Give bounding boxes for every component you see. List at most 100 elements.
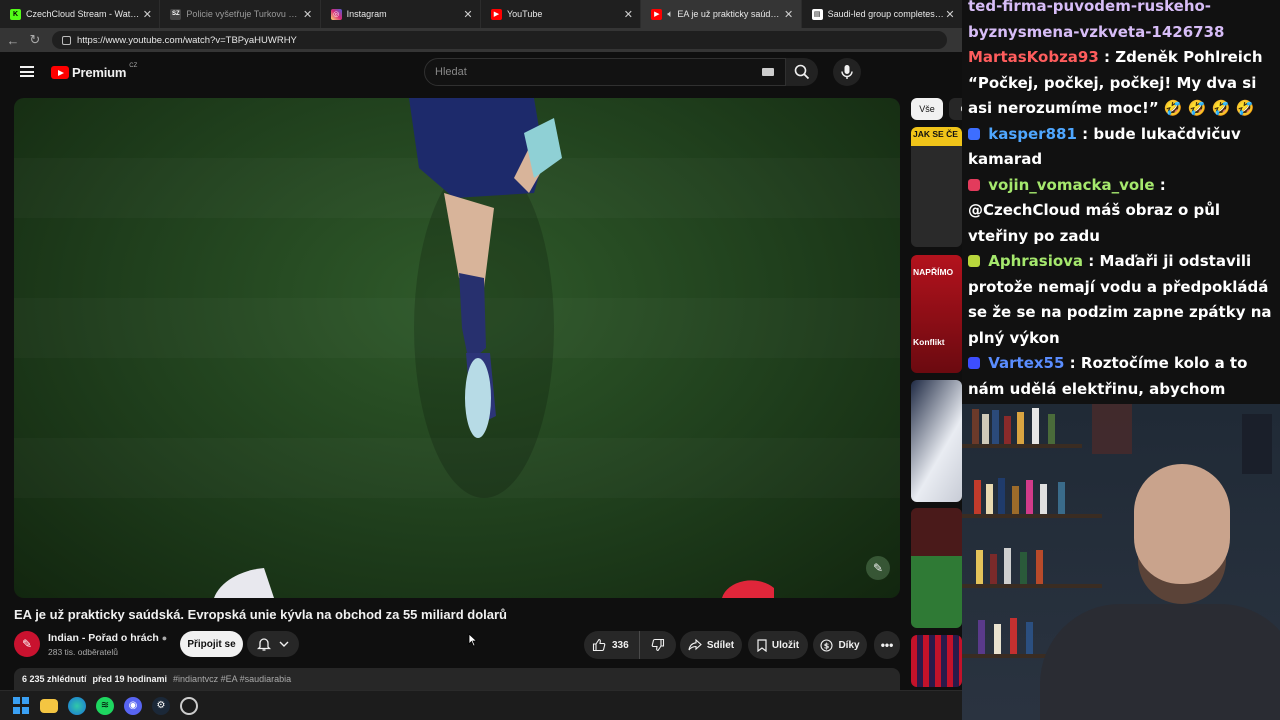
channel-name-text: Indian - Pořad o hrách [48, 632, 159, 644]
tab-title: EA je už prakticky saúdská. Ev [677, 9, 782, 19]
close-icon[interactable]: ✕ [944, 8, 956, 21]
youtube-premium-logo[interactable]: Premium CZ [51, 62, 138, 80]
windows-taskbar: ≋ ◉ ⚙ [0, 690, 962, 720]
footballer-legs [214, 98, 774, 598]
share-button[interactable]: Sdílet [680, 631, 742, 659]
youtube-icon: ▶ [651, 8, 663, 20]
search-icon [794, 64, 810, 80]
tab-policie-news[interactable]: SZ Policie vyšetřuje Turkovu nehodu ✕ [160, 0, 321, 28]
upload-age: před 19 hodinami [92, 674, 168, 684]
share-icon [688, 639, 702, 651]
book [986, 484, 993, 514]
thanks-button[interactable]: $ Díky [813, 631, 867, 659]
close-icon[interactable]: ✕ [302, 8, 314, 21]
thumbs-down-icon [651, 638, 664, 652]
keyboard-icon[interactable] [762, 68, 774, 76]
steam-icon[interactable]: ⚙ [152, 696, 170, 715]
save-button[interactable]: Uložit [748, 631, 808, 659]
chevron-down-icon [279, 641, 289, 647]
channel-name[interactable]: Indian - Pořad o hrách ● [48, 632, 167, 644]
chip-next[interactable]: O [949, 98, 962, 120]
url-text: https://www.youtube.com/watch?v=TBPyaHUW… [77, 34, 297, 46]
close-icon[interactable]: ✕ [622, 8, 634, 21]
channel-watermark-icon[interactable]: ✎ [866, 556, 890, 580]
youtube-header: Premium CZ Hledat [0, 52, 962, 94]
related-video-thumbnail[interactable]: NAPŘÍMO Konflikt [911, 255, 962, 373]
kick-icon: K [10, 8, 21, 20]
menu-icon[interactable] [20, 66, 34, 77]
tab-title: Policie vyšetřuje Turkovu nehodu [186, 9, 301, 19]
tab-instagram[interactable]: ◎ Instagram ✕ [321, 0, 481, 28]
search-input[interactable]: Hledat [424, 58, 786, 86]
search-button[interactable] [786, 58, 818, 86]
instagram-icon: ◎ [330, 8, 342, 20]
related-video-thumbnail[interactable]: JAK SE ČE [911, 127, 962, 247]
like-dislike-group: 336 [584, 631, 676, 659]
file-explorer-icon[interactable] [40, 698, 58, 713]
spotify-icon[interactable]: ≋ [96, 696, 114, 715]
chat-separator: : [1069, 354, 1081, 372]
video-title: EA je už prakticky saúdská. Evropská uni… [14, 607, 507, 622]
more-actions-button[interactable]: ••• [874, 631, 900, 659]
tab-title: Saudi-led group completes $55bn [827, 9, 944, 19]
chat-separator: : [1088, 252, 1100, 270]
dislike-button[interactable] [640, 638, 676, 652]
news-icon: ▤ [811, 8, 823, 20]
thumbs-up-icon [592, 638, 606, 652]
gift-badge-icon [968, 178, 980, 191]
hashtags[interactable]: #indiantvcz #EA #saudiarabia [173, 674, 291, 684]
close-icon[interactable]: ✕ [141, 8, 153, 21]
join-button[interactable]: Připojit se [180, 631, 243, 657]
book [1092, 404, 1132, 454]
book [1012, 486, 1019, 514]
browser-tab-bar: K CzechCloud Stream - Watch Live o ✕ SZ … [0, 0, 962, 28]
video-player[interactable]: ✎ [14, 98, 900, 598]
chat-separator: : [1159, 175, 1166, 194]
voice-search-button[interactable] [833, 58, 861, 86]
app-icon[interactable] [180, 696, 198, 715]
mouse-cursor-icon [468, 633, 478, 647]
notifications-button[interactable] [247, 631, 299, 657]
windows-start-icon[interactable] [12, 697, 30, 715]
sub-badge-icon [968, 127, 980, 140]
close-icon[interactable]: ✕ [462, 8, 474, 21]
thumbnail-caption: JAK SE ČE [913, 129, 958, 139]
description-box[interactable]: 6 235 zhlédnutí před 19 hodinami #indian… [14, 668, 900, 690]
tab-ea-video-active[interactable]: ▶ 🔈︎ EA je už prakticky saúdská. Ev ✕ [641, 0, 802, 28]
related-video-thumbnail[interactable] [911, 508, 962, 628]
tab-saudi-news[interactable]: ▤ Saudi-led group completes $55bn ✕ [802, 0, 962, 28]
screen: K CzechCloud Stream - Watch Live o ✕ SZ … [0, 0, 1280, 720]
thumbnail-caption: Konflikt [913, 337, 945, 347]
view-count: 6 235 zhlédnutí [22, 674, 87, 684]
chat-message: vojin_vomacka_vole : @CzechCloud máš obr… [968, 173, 1280, 250]
channel-avatar[interactable]: ✎ [14, 631, 40, 657]
book [1026, 480, 1033, 514]
chat-username: Aphrasiova [988, 252, 1084, 270]
microphone-icon [841, 65, 853, 79]
close-icon[interactable]: ✕ [783, 8, 795, 21]
book [1026, 622, 1033, 654]
speaker-icon[interactable]: 🔈︎ [667, 9, 673, 20]
bookshelf [962, 444, 1082, 448]
book [1004, 548, 1011, 584]
chat-message: MartasKobza93 : Zdeněk Pohlreich “Počkej… [968, 45, 1280, 122]
related-video-thumbnail[interactable] [911, 380, 962, 502]
chat-message: kasper881 : bude lukačdvičuv kamarad [968, 122, 1280, 173]
book [992, 410, 999, 444]
tab-youtube[interactable]: ▶ YouTube ✕ [481, 0, 642, 28]
url-field[interactable]: https://www.youtube.com/watch?v=TBPyaHUW… [52, 31, 947, 49]
bell-icon [257, 638, 271, 651]
tab-czechcloud-stream[interactable]: K CzechCloud Stream - Watch Live o ✕ [0, 0, 161, 28]
chip-all[interactable]: Vše [911, 98, 943, 120]
reload-icon[interactable]: ↻ [24, 32, 46, 48]
related-filter-chips: Vše O [911, 98, 962, 120]
discord-icon[interactable]: ◉ [124, 696, 142, 715]
related-video-thumbnail[interactable] [911, 635, 962, 687]
more-horizontal-icon: ••• [880, 638, 894, 652]
like-button[interactable]: 336 [584, 631, 640, 659]
country-code: CZ [129, 62, 138, 69]
site-info-icon[interactable] [62, 35, 71, 45]
book [982, 414, 989, 444]
edge-browser-icon[interactable] [68, 696, 86, 715]
back-arrow-icon[interactable]: ← [2, 33, 24, 48]
